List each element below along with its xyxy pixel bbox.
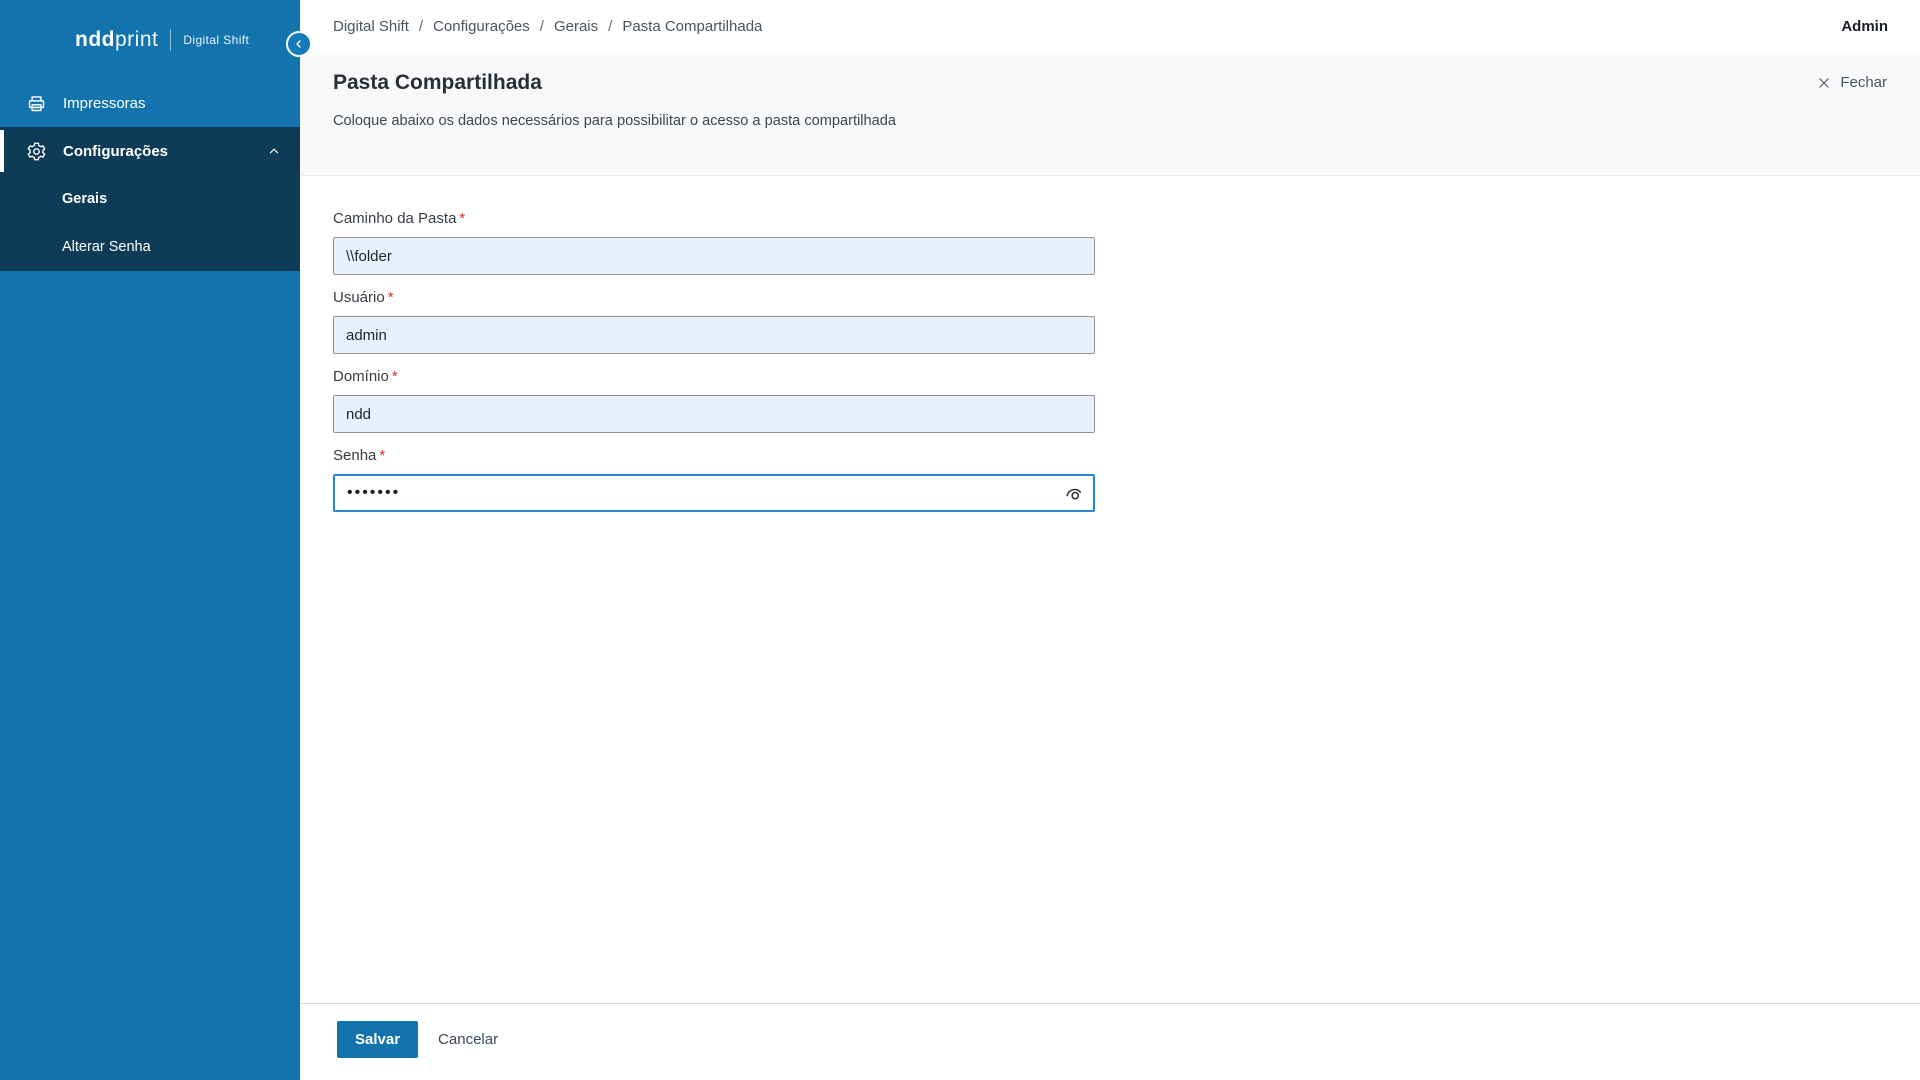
brand-logo: nddprint Digital Shift	[0, 0, 300, 79]
page-title: Pasta Compartilhada	[333, 70, 1888, 96]
usuario-input[interactable]	[333, 316, 1095, 354]
required-marker: *	[379, 447, 385, 464]
sidebar-item-label: Configurações	[63, 143, 168, 160]
breadcrumb: Digital Shift / Configurações / Gerais /…	[333, 18, 762, 35]
save-button[interactable]: Salvar	[337, 1021, 418, 1058]
printer-icon	[25, 92, 47, 114]
sidebar-subitem-label: Gerais	[62, 191, 107, 207]
field-label-text: Usuário	[333, 289, 385, 306]
field-dominio: Domínio*	[333, 367, 1095, 433]
field-label: Caminho da Pasta*	[333, 209, 1095, 229]
gear-icon	[25, 140, 47, 162]
field-label: Senha*	[333, 446, 1095, 466]
sidebar-item-gerais[interactable]: Gerais	[0, 175, 300, 223]
field-label-text: Domínio	[333, 368, 389, 385]
caminho-da-pasta-input[interactable]	[333, 237, 1095, 275]
input-wrap	[333, 316, 1095, 354]
breadcrumb-item-digital-shift[interactable]: Digital Shift	[333, 18, 409, 35]
breadcrumb-separator: /	[419, 18, 423, 35]
sidebar-item-configuracoes[interactable]: Configurações	[0, 127, 300, 175]
main-area: Digital Shift / Configurações / Gerais /…	[300, 0, 1920, 1080]
close-button[interactable]: Fechar	[1817, 74, 1887, 91]
brand-name: nddprint	[75, 28, 158, 52]
brand-product: Digital Shift	[183, 33, 249, 47]
sidebar-item-impressoras[interactable]: Impressoras	[0, 79, 300, 127]
field-caminho-da-pasta: Caminho da Pasta*	[333, 209, 1095, 275]
brand-name-bold: ndd	[75, 28, 115, 51]
breadcrumb-separator: /	[608, 18, 612, 35]
breadcrumb-item-pasta-compartilhada[interactable]: Pasta Compartilhada	[622, 18, 762, 35]
dominio-input[interactable]	[333, 395, 1095, 433]
sidebar-subitem-label: Alterar Senha	[62, 239, 151, 255]
page-subtitle: Coloque abaixo os dados necessários para…	[333, 113, 1888, 129]
sidebar-configuracoes-group: Configurações Gerais Alterar Senha	[0, 127, 300, 271]
breadcrumb-item-gerais[interactable]: Gerais	[554, 18, 598, 35]
footer-bar: Salvar Cancelar	[300, 1003, 1920, 1080]
field-label: Domínio*	[333, 367, 1095, 387]
active-accent-bar	[0, 130, 4, 172]
sidebar: nddprint Digital Shift Impressoras	[0, 0, 300, 1080]
reveal-password-eye-icon[interactable]	[1063, 482, 1085, 504]
field-label: Usuário*	[333, 288, 1095, 308]
close-button-label: Fechar	[1840, 74, 1887, 91]
sidebar-nav: Impressoras Configurações	[0, 79, 300, 271]
breadcrumb-item-configuracoes[interactable]: Configurações	[433, 18, 530, 35]
required-marker: *	[459, 210, 465, 227]
user-menu[interactable]: Admin	[1841, 18, 1888, 35]
close-icon	[1817, 76, 1831, 90]
required-marker: *	[392, 368, 398, 385]
app-root: nddprint Digital Shift Impressoras	[0, 0, 1920, 1080]
field-usuario: Usuário*	[333, 288, 1095, 354]
sidebar-collapse-button[interactable]	[286, 31, 312, 57]
field-label-text: Senha	[333, 447, 376, 464]
field-label-text: Caminho da Pasta	[333, 210, 456, 227]
senha-input[interactable]	[333, 474, 1095, 512]
breadcrumb-separator: /	[540, 18, 544, 35]
form-content: Caminho da Pasta* Usuário* Domínio* Senh…	[300, 176, 1920, 1003]
chevron-up-icon	[267, 144, 281, 158]
brand-name-light: print	[115, 28, 158, 51]
logo-divider	[170, 29, 171, 51]
topbar: Digital Shift / Configurações / Gerais /…	[300, 0, 1920, 52]
required-marker: *	[388, 289, 394, 306]
field-senha: Senha*	[333, 446, 1095, 512]
input-wrap	[333, 395, 1095, 433]
cancel-button[interactable]: Cancelar	[438, 1021, 498, 1058]
sidebar-item-label: Impressoras	[63, 95, 146, 112]
input-wrap	[333, 237, 1095, 275]
chevron-left-icon	[293, 38, 305, 50]
input-wrap	[333, 474, 1095, 512]
panel-header: Pasta Compartilhada Coloque abaixo os da…	[300, 52, 1920, 176]
sidebar-item-alterar-senha[interactable]: Alterar Senha	[0, 223, 300, 271]
